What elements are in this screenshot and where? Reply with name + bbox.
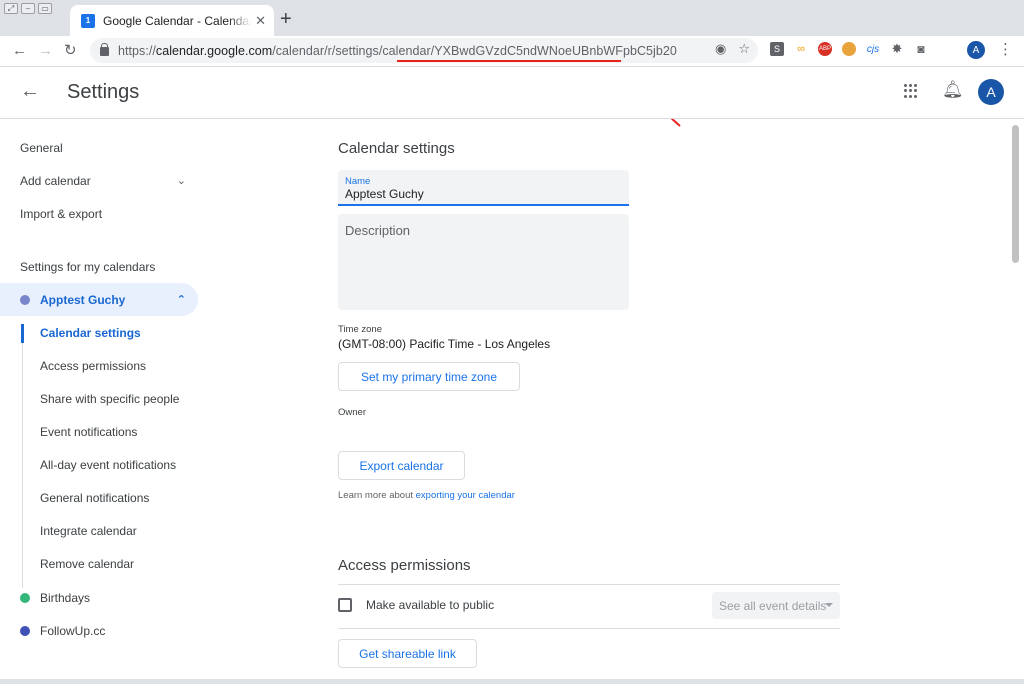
- calendar-color-dot: [20, 625, 30, 636]
- window-bottom-edge: [0, 679, 1024, 684]
- page-title: Settings: [67, 81, 140, 103]
- calendar-name-field[interactable]: Name Apptest Guchy: [338, 170, 629, 206]
- calendar-settings-heading: Calendar settings: [338, 140, 455, 157]
- window-minimize-button[interactable]: –: [21, 3, 35, 14]
- sidebar-sub-all-day-notifications[interactable]: All-day event notifications: [0, 448, 198, 481]
- tab-close-icon[interactable]: ✕: [255, 13, 266, 29]
- forward-arrow-icon[interactable]: →: [38, 40, 53, 62]
- chevron-down-icon: ⌄: [176, 175, 186, 187]
- learn-more-text: Learn more about exporting your calendar: [338, 490, 515, 501]
- bookmark-star-icon[interactable]: ☆: [738, 41, 750, 57]
- sidebar-calendar-birthdays[interactable]: Birthdays: [0, 581, 198, 614]
- extension-s-icon[interactable]: S: [770, 42, 784, 56]
- sidebar-sub-share-with-people[interactable]: Share with specific people: [0, 382, 198, 415]
- sidebar-sub-event-notifications[interactable]: Event notifications: [0, 415, 198, 448]
- settings-main: Calendar settings Name Apptest Guchy Des…: [338, 119, 858, 684]
- back-arrow-icon[interactable]: ←: [20, 79, 40, 103]
- window-controls: ⤢ – ▭: [4, 3, 52, 14]
- description-field[interactable]: Description: [338, 214, 629, 310]
- timezone-label: Time zone: [338, 324, 382, 335]
- eye-icon[interactable]: ◉: [715, 41, 726, 57]
- public-access-row: Make available to public See all event d…: [338, 587, 840, 622]
- exporting-calendar-link[interactable]: exporting your calendar: [416, 490, 515, 501]
- divider: [338, 584, 840, 585]
- camera-icon[interactable]: ◙: [914, 42, 928, 56]
- google-apps-icon[interactable]: [904, 84, 918, 98]
- url-calendar-id: YXBwdGVzdC5ndWNoeUBnbWFpbC5jb20: [434, 43, 677, 58]
- sidebar-sub-access-permissions[interactable]: Access permissions: [0, 349, 198, 382]
- tab-title: Google Calendar - Calendar settings: [103, 13, 252, 28]
- sidebar-calendar-followup[interactable]: FollowUp.cc: [0, 614, 198, 647]
- cjs-extension-icon[interactable]: cjs: [866, 42, 880, 56]
- scrollbar-thumb[interactable]: [1012, 125, 1019, 263]
- notifications-bell-icon[interactable]: 🔔︎: [942, 79, 964, 101]
- gear-extension-icon[interactable]: ✸: [890, 41, 904, 56]
- back-arrow-icon[interactable]: ←: [12, 40, 27, 62]
- sidebar-section-title: Settings for my calendars: [20, 259, 156, 274]
- browser-profile-avatar[interactable]: A: [967, 41, 985, 59]
- extension-link-icon[interactable]: ∞: [794, 42, 808, 56]
- url-text[interactable]: https://calendar.google.com/calendar/r/s…: [118, 44, 677, 58]
- divider: [338, 628, 840, 629]
- caret-down-icon: [825, 603, 833, 607]
- sidebar-sub-calendar-settings[interactable]: Calendar settings: [0, 316, 198, 349]
- make-public-label[interactable]: Make available to public: [366, 598, 494, 612]
- reload-icon[interactable]: ↻: [64, 40, 77, 62]
- sidebar-item-add-calendar[interactable]: Add calendar ⌄: [0, 164, 198, 197]
- export-calendar-button[interactable]: Export calendar: [338, 451, 465, 480]
- account-avatar[interactable]: A: [978, 79, 1004, 105]
- sidebar-sub-general-notifications[interactable]: General notifications: [0, 481, 198, 514]
- adblock-icon[interactable]: ABP: [818, 42, 832, 56]
- name-field-value[interactable]: Apptest Guchy: [345, 187, 622, 202]
- calendar-color-dot: [20, 592, 30, 603]
- set-primary-timezone-button[interactable]: Set my primary time zone: [338, 362, 520, 391]
- sidebar-item-general[interactable]: General: [0, 131, 198, 164]
- owner-label: Owner: [338, 407, 366, 418]
- sidebar-sub-remove-calendar[interactable]: Remove calendar: [0, 547, 198, 580]
- sidebar-sub-integrate-calendar[interactable]: Integrate calendar: [0, 514, 198, 547]
- timezone-value: (GMT-08:00) Pacific Time - Los Angeles: [338, 337, 551, 351]
- calendar-color-dot: [20, 294, 30, 305]
- annotation-underline: [397, 60, 621, 62]
- sidebar-item-import-export[interactable]: Import & export: [0, 197, 198, 230]
- window-fullscreen-button[interactable]: ⤢: [4, 3, 18, 14]
- access-permissions-heading: Access permissions: [338, 557, 471, 574]
- cookie-icon[interactable]: [842, 42, 856, 56]
- app-header: ← Settings 🔔︎ A: [0, 67, 1024, 119]
- get-shareable-link-button[interactable]: Get shareable link: [338, 639, 477, 668]
- extensions-area: S ∞ ABP cjs ✸ ◙: [770, 41, 928, 56]
- visibility-select[interactable]: See all event details: [712, 592, 840, 619]
- window-restore-button[interactable]: ▭: [38, 3, 52, 14]
- new-tab-button[interactable]: +: [280, 9, 292, 29]
- sidebar-calendar-apptest-guchy[interactable]: Apptest Guchy ⌃: [0, 283, 198, 316]
- calendar-favicon-icon: 1: [81, 13, 95, 28]
- lock-icon[interactable]: [100, 43, 109, 56]
- name-field-label: Name: [345, 176, 371, 187]
- chevron-up-icon: ⌃: [176, 294, 186, 306]
- browser-tabstrip: ⤢ – ▭ 1 Google Calendar - Calendar setti…: [0, 0, 1024, 36]
- settings-sidebar: General Add calendar ⌄ Import & export S…: [0, 119, 210, 684]
- browser-tab-active[interactable]: 1 Google Calendar - Calendar settings ✕: [70, 5, 274, 36]
- make-public-checkbox[interactable]: [338, 597, 352, 612]
- browser-menu-icon[interactable]: ⋮: [998, 40, 1013, 60]
- browser-toolbar: ← → ↻ https://calendar.google.com/calend…: [0, 36, 1024, 67]
